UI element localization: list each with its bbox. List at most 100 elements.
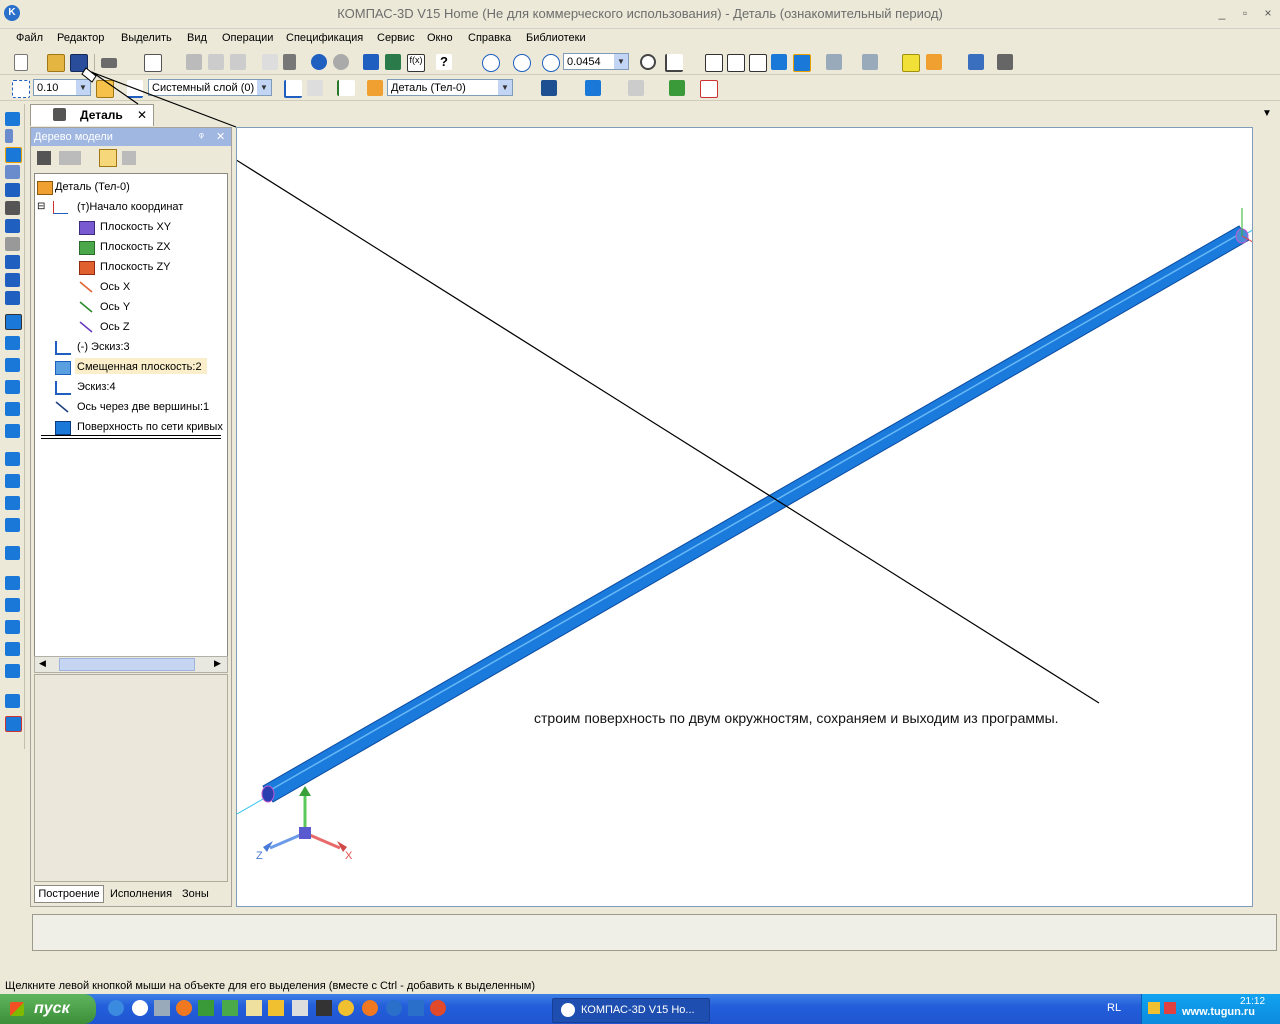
mass-icon[interactable] (669, 80, 685, 96)
menu-libraries[interactable]: Библиотеки (526, 32, 586, 44)
patch-surface-icon[interactable] (5, 402, 20, 416)
curves-icon[interactable] (5, 129, 13, 143)
menu-specification[interactable]: Спецификация (286, 32, 363, 44)
section-icon[interactable] (862, 54, 878, 70)
format-painter-icon[interactable] (262, 54, 278, 70)
minimize-button[interactable]: _ (1212, 5, 1232, 21)
tree-node-sketch-3[interactable]: (-) Эскиз:3 (77, 341, 130, 353)
rotate-surface-icon[interactable] (5, 336, 20, 350)
mesh-icon[interactable] (5, 664, 20, 678)
stitch-surface-icon[interactable] (5, 496, 20, 510)
tab-list-chevron-icon[interactable]: ▼ (1262, 108, 1272, 119)
dimension-icon[interactable] (700, 80, 718, 98)
panel-icon[interactable] (997, 54, 1013, 70)
new-document-icon[interactable] (14, 54, 28, 71)
tab-build[interactable]: Построение (34, 885, 104, 903)
save-icon[interactable] (70, 54, 88, 72)
sketch-icon[interactable] (284, 80, 302, 98)
selection-filter-icon[interactable] (5, 219, 20, 233)
scroll-right-icon[interactable]: ▶ (211, 658, 224, 671)
menu-select[interactable]: Выделить (121, 32, 172, 44)
tab-versions[interactable]: Исполнения (110, 888, 172, 900)
view-shaded-icon[interactable] (771, 54, 787, 70)
close-button[interactable]: × (1258, 5, 1278, 21)
tree-node-origin[interactable]: (т)Начало координат (77, 201, 183, 213)
tree-horizontal-scrollbar[interactable]: ◀ ▶ (34, 656, 228, 673)
plane-icon[interactable] (5, 576, 20, 590)
menu-service[interactable]: Сервис (377, 32, 415, 44)
notepad-icon[interactable] (246, 1000, 262, 1016)
scroll-left-icon[interactable]: ◀ (36, 658, 49, 671)
view-wireframe-icon[interactable] (727, 54, 745, 72)
restore-button[interactable]: ▫ (1235, 5, 1255, 21)
analysis-icon[interactable] (5, 273, 20, 287)
tree-node-sketch-4[interactable]: Эскиз:4 (77, 381, 116, 393)
cut-icon[interactable] (186, 54, 202, 70)
tree-node-axis-x[interactable]: Ось X (100, 281, 130, 293)
redo-icon[interactable] (333, 54, 349, 70)
tab-zones[interactable]: Зоны (182, 888, 209, 900)
chrome-icon[interactable] (430, 1000, 446, 1016)
start-button[interactable]: пуск (0, 994, 96, 1024)
tree-node-network-surface[interactable]: Поверхность по сети кривых (77, 421, 225, 433)
quicklaunch-app-icon[interactable] (316, 1000, 332, 1016)
surface-icon[interactable] (541, 80, 557, 96)
tray-app-icon[interactable] (1164, 1002, 1176, 1014)
menu-view[interactable]: Вид (187, 32, 207, 44)
quicklaunch-app-icon[interactable] (198, 1000, 214, 1016)
taskbar-kompas-button[interactable]: КОМПАС-3D V15 Ho... (552, 998, 710, 1023)
aux-geometry-icon[interactable] (5, 183, 20, 197)
function-icon[interactable]: f(x) (407, 54, 425, 72)
perspective-icon[interactable] (826, 54, 842, 70)
tree-view-icon[interactable] (59, 151, 81, 165)
fillet-surface-icon[interactable] (5, 642, 20, 656)
manager-icon[interactable] (363, 54, 379, 70)
tab-close-icon[interactable]: ✕ (137, 108, 147, 122)
rotate-icon[interactable] (640, 54, 656, 70)
paste-icon[interactable] (230, 54, 246, 70)
network-surface-icon[interactable] (5, 424, 20, 438)
kompas-icon[interactable] (386, 1000, 402, 1016)
specification-icon[interactable] (5, 237, 20, 251)
tray-flag-icon[interactable] (1148, 1002, 1160, 1014)
zoom-in-icon[interactable] (542, 54, 560, 72)
dimensions-icon[interactable] (5, 201, 20, 215)
media-icon[interactable] (132, 1000, 148, 1016)
offset-surface-icon[interactable] (5, 474, 20, 488)
menu-file[interactable]: Файл (16, 32, 43, 44)
undo-icon[interactable] (311, 54, 327, 70)
quicklaunch-app-icon[interactable] (268, 1000, 284, 1016)
help-cursor-icon[interactable]: ? (436, 54, 452, 70)
print-preview-icon[interactable] (144, 54, 162, 72)
tree-structure-icon[interactable] (37, 151, 51, 165)
quicklaunch-app-icon[interactable] (408, 1000, 424, 1016)
view-front-icon[interactable] (705, 54, 723, 72)
grid-icon[interactable] (96, 80, 114, 98)
view-shaded-edges-icon[interactable] (793, 54, 811, 72)
delete-surface-icon[interactable] (5, 716, 22, 732)
tree-expander-icon[interactable]: ⊟ (37, 201, 45, 212)
tree-node-part[interactable]: Деталь (Тел-0) (55, 181, 130, 193)
open-folder-icon[interactable] (47, 54, 65, 72)
quicklaunch-app-icon[interactable] (292, 1000, 308, 1016)
trim-surface-icon[interactable] (5, 518, 20, 532)
3d-viewport[interactable]: X Z (236, 127, 1253, 907)
extrude-surface-icon[interactable] (5, 314, 22, 330)
ie-icon[interactable] (108, 1000, 124, 1016)
split-surface-icon[interactable] (5, 620, 20, 634)
layer-select[interactable]: Системный слой (0) ▼ (148, 79, 272, 96)
copy-icon[interactable] (208, 54, 224, 70)
filter-icon[interactable] (968, 54, 984, 70)
part-edit-icon[interactable] (5, 112, 20, 126)
variables-icon[interactable] (385, 54, 401, 70)
extend-surface-icon[interactable] (5, 546, 20, 560)
loft-surface-icon[interactable] (5, 380, 20, 394)
menu-operations[interactable]: Операции (222, 32, 273, 44)
scroll-thumb[interactable] (59, 658, 195, 671)
snap-icon[interactable] (12, 80, 30, 98)
tree-node-axis-y[interactable]: Ось Y (100, 301, 130, 313)
ruled-surface-icon[interactable] (5, 452, 20, 466)
box-icon[interactable] (902, 54, 920, 72)
tree-export-icon[interactable] (122, 151, 136, 165)
part-select[interactable]: Деталь (Тел-0) ▼ (387, 79, 513, 96)
